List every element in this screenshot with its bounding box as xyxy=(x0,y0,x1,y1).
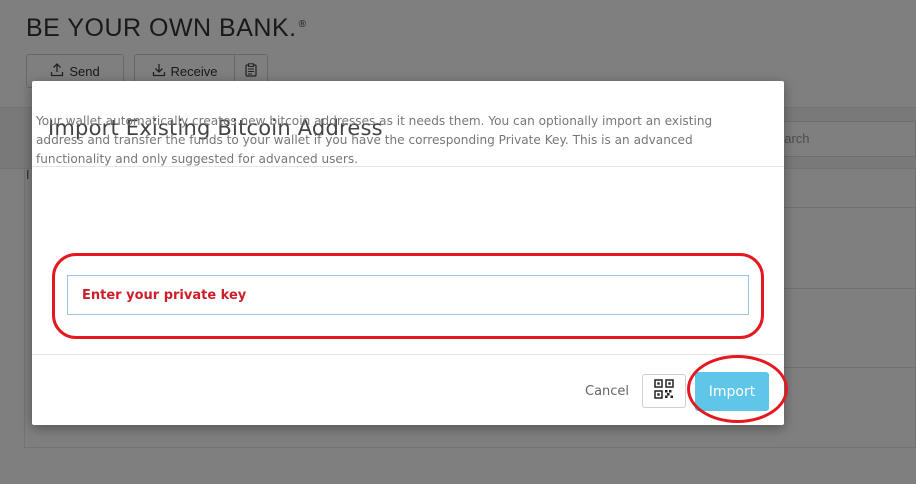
cancel-button[interactable]: Cancel xyxy=(585,384,629,399)
modal-description: Your wallet automatically creates new bi… xyxy=(36,114,713,166)
import-highlight-ring xyxy=(687,355,788,423)
scan-qr-button[interactable] xyxy=(642,374,686,408)
qr-code-icon xyxy=(654,379,674,403)
private-key-input[interactable] xyxy=(67,275,749,315)
